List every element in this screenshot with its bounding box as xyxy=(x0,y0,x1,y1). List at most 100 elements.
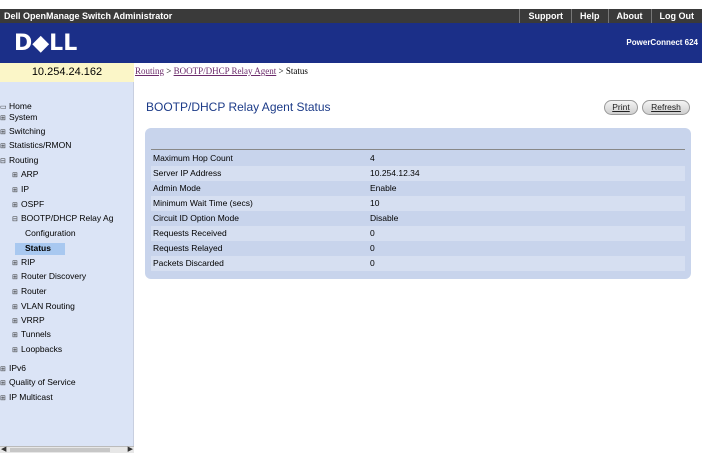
sidebar-item-vlan-routing[interactable]: ⊞ VLAN Routing xyxy=(12,301,75,313)
row-label: Maximum Hop Count xyxy=(153,153,233,163)
breadcrumb: Routing > BOOTP/DHCP Relay Agent > Statu… xyxy=(135,66,308,76)
refresh-button[interactable]: Refresh xyxy=(642,100,690,115)
plus-icon[interactable]: ⊞ xyxy=(0,378,9,389)
sidebar-item-routing[interactable]: ⊟ Routing xyxy=(0,155,38,167)
sidebar-item-label: Loopbacks xyxy=(21,344,63,354)
breadcrumb-routing-link[interactable]: Routing xyxy=(135,66,164,76)
table-row: Server IP Address 10.254.12.34 xyxy=(151,166,685,181)
sidebar-item-label: Status xyxy=(25,243,51,253)
plus-icon[interactable]: ⊞ xyxy=(12,185,21,196)
row-value: Disable xyxy=(370,213,399,223)
sidebar-item-label: Home xyxy=(9,101,32,111)
minus-icon[interactable]: ⊟ xyxy=(0,156,9,167)
table-row: Requests Relayed 0 xyxy=(151,241,685,256)
table-row: Packets Discarded 0 xyxy=(151,256,685,271)
header-links: Support Help About Log Out xyxy=(519,9,702,23)
plus-icon[interactable]: ⊞ xyxy=(12,170,21,181)
sidebar-item-status[interactable]: Status xyxy=(15,243,65,255)
sidebar-item-label: Statistics/RMON xyxy=(9,140,72,150)
sidebar-item-label: OSPF xyxy=(21,199,45,209)
sidebar-item-bootp-dhcp-relay-ag[interactable]: ⊟ BOOTP/DHCP Relay Ag xyxy=(12,213,113,225)
sidebar-item-label: System xyxy=(9,112,38,122)
row-value: 10 xyxy=(370,198,380,208)
top-header-bar: Dell OpenManage Switch Administrator Sup… xyxy=(0,9,702,23)
table-row: Admin Mode Enable xyxy=(151,181,685,196)
sidebar-item-label: IPv6 xyxy=(9,363,27,373)
plus-icon[interactable]: ⊞ xyxy=(12,200,21,211)
row-label: Requests Relayed xyxy=(153,243,223,253)
plus-icon[interactable]: ⊞ xyxy=(12,302,21,313)
plus-icon[interactable]: ⊞ xyxy=(0,127,9,138)
support-link[interactable]: Support xyxy=(519,9,571,23)
sidebar-item-label: VLAN Routing xyxy=(21,301,75,311)
sidebar-item-label: Router Discovery xyxy=(21,271,87,281)
product-model: PowerConnect 624 xyxy=(626,38,698,47)
row-label: Circuit ID Option Mode xyxy=(153,213,239,223)
plus-icon[interactable]: ⊞ xyxy=(0,364,9,375)
plus-icon[interactable]: ⊞ xyxy=(0,141,9,152)
sidebar-item-label: Routing xyxy=(9,155,39,165)
horizontal-scrollbar[interactable]: ◀ ▶ xyxy=(0,446,134,453)
sidebar-item-ip[interactable]: ⊞ IP xyxy=(12,184,29,196)
sidebar-item-ospf[interactable]: ⊞ OSPF xyxy=(12,199,44,211)
sidebar-item-label: RIP xyxy=(21,257,36,267)
plus-icon[interactable]: ⊞ xyxy=(12,330,21,341)
navigation-pane: 10.254.24.162 ▭ Home ⊞ System ⊞ Switching ⊞ Sta… xyxy=(0,63,134,453)
table-row: Requests Received 0 xyxy=(151,226,685,241)
about-link[interactable]: About xyxy=(607,9,651,23)
sidebar-item-label: Quality of Service xyxy=(9,377,76,387)
plus-icon[interactable]: ⊞ xyxy=(12,316,21,327)
sidebar-item-ipv6[interactable]: ⊞ IPv6 xyxy=(0,363,26,375)
minus-icon[interactable]: ⊟ xyxy=(12,214,21,225)
sidebar-item-router[interactable]: ⊞ Router xyxy=(12,286,47,298)
row-value: 0 xyxy=(370,228,375,238)
logout-link[interactable]: Log Out xyxy=(650,9,702,23)
row-value: Enable xyxy=(370,183,397,193)
sidebar-item-statistics-rmon[interactable]: ⊞ Statistics/RMON xyxy=(0,140,71,152)
sidebar-item-label: IP Multicast xyxy=(9,392,53,402)
sidebar-item-label: Tunnels xyxy=(21,329,51,339)
row-label: Requests Received xyxy=(153,228,227,238)
dell-logo: D◆LL xyxy=(14,31,78,56)
row-label: Minimum Wait Time (secs) xyxy=(153,198,253,208)
sidebar-item-label: Switching xyxy=(9,126,46,136)
plus-icon[interactable]: ⊞ xyxy=(12,272,21,283)
sidebar-item-switching[interactable]: ⊞ Switching xyxy=(0,126,45,138)
plus-icon[interactable]: ⊞ xyxy=(12,258,21,269)
table-divider xyxy=(151,149,685,150)
sidebar-item-rip[interactable]: ⊞ RIP xyxy=(12,257,35,269)
sidebar-item-label: IP xyxy=(21,184,30,194)
breadcrumb-separator: > xyxy=(276,66,286,76)
row-label: Admin Mode xyxy=(153,183,201,193)
plus-icon[interactable]: ⊞ xyxy=(12,345,21,356)
sidebar-item-ip-multicast[interactable]: ⊞ IP Multicast xyxy=(0,392,53,404)
sidebar-item-quality-of-service[interactable]: ⊞ Quality of Service xyxy=(0,377,76,389)
sidebar-item-router-discovery[interactable]: ⊞ Router Discovery xyxy=(12,271,86,283)
row-label: Packets Discarded xyxy=(153,258,224,268)
sidebar-item-vrrp[interactable]: ⊞ VRRP xyxy=(12,315,45,327)
brand-bar: D◆LL PowerConnect 624 xyxy=(0,23,702,63)
sidebar-item-system[interactable]: ⊞ System xyxy=(0,112,37,124)
help-link[interactable]: Help xyxy=(570,9,608,23)
row-value: 4 xyxy=(370,153,375,163)
sidebar-item-configuration[interactable]: Configuration xyxy=(25,228,76,240)
print-button[interactable]: Print xyxy=(604,100,638,115)
plus-icon[interactable]: ⊞ xyxy=(0,113,9,124)
row-value: 10.254.12.34 xyxy=(370,168,420,178)
sidebar-item-label: Configuration xyxy=(25,228,76,238)
row-value: 0 xyxy=(370,258,375,268)
sidebar-item-label: VRRP xyxy=(21,315,45,325)
scrollbar-thumb[interactable] xyxy=(10,448,110,452)
sidebar-item-loopbacks[interactable]: ⊞ Loopbacks xyxy=(12,344,62,356)
sidebar-item-arp[interactable]: ⊞ ARP xyxy=(12,169,38,181)
sidebar-item-label: ARP xyxy=(21,169,39,179)
sidebar-item-label: BOOTP/DHCP Relay Ag xyxy=(21,213,114,223)
scroll-left-icon[interactable]: ◀ xyxy=(1,445,6,453)
scroll-right-icon[interactable]: ▶ xyxy=(128,445,133,453)
breadcrumb-relay-link[interactable]: BOOTP/DHCP Relay Agent xyxy=(174,66,277,76)
plus-icon[interactable]: ⊞ xyxy=(12,287,21,298)
plus-icon[interactable]: ⊞ xyxy=(0,393,9,404)
sidebar-item-label: Router xyxy=(21,286,47,296)
sidebar-item-tunnels[interactable]: ⊞ Tunnels xyxy=(12,329,51,341)
device-ip-address: 10.254.24.162 xyxy=(0,63,134,82)
